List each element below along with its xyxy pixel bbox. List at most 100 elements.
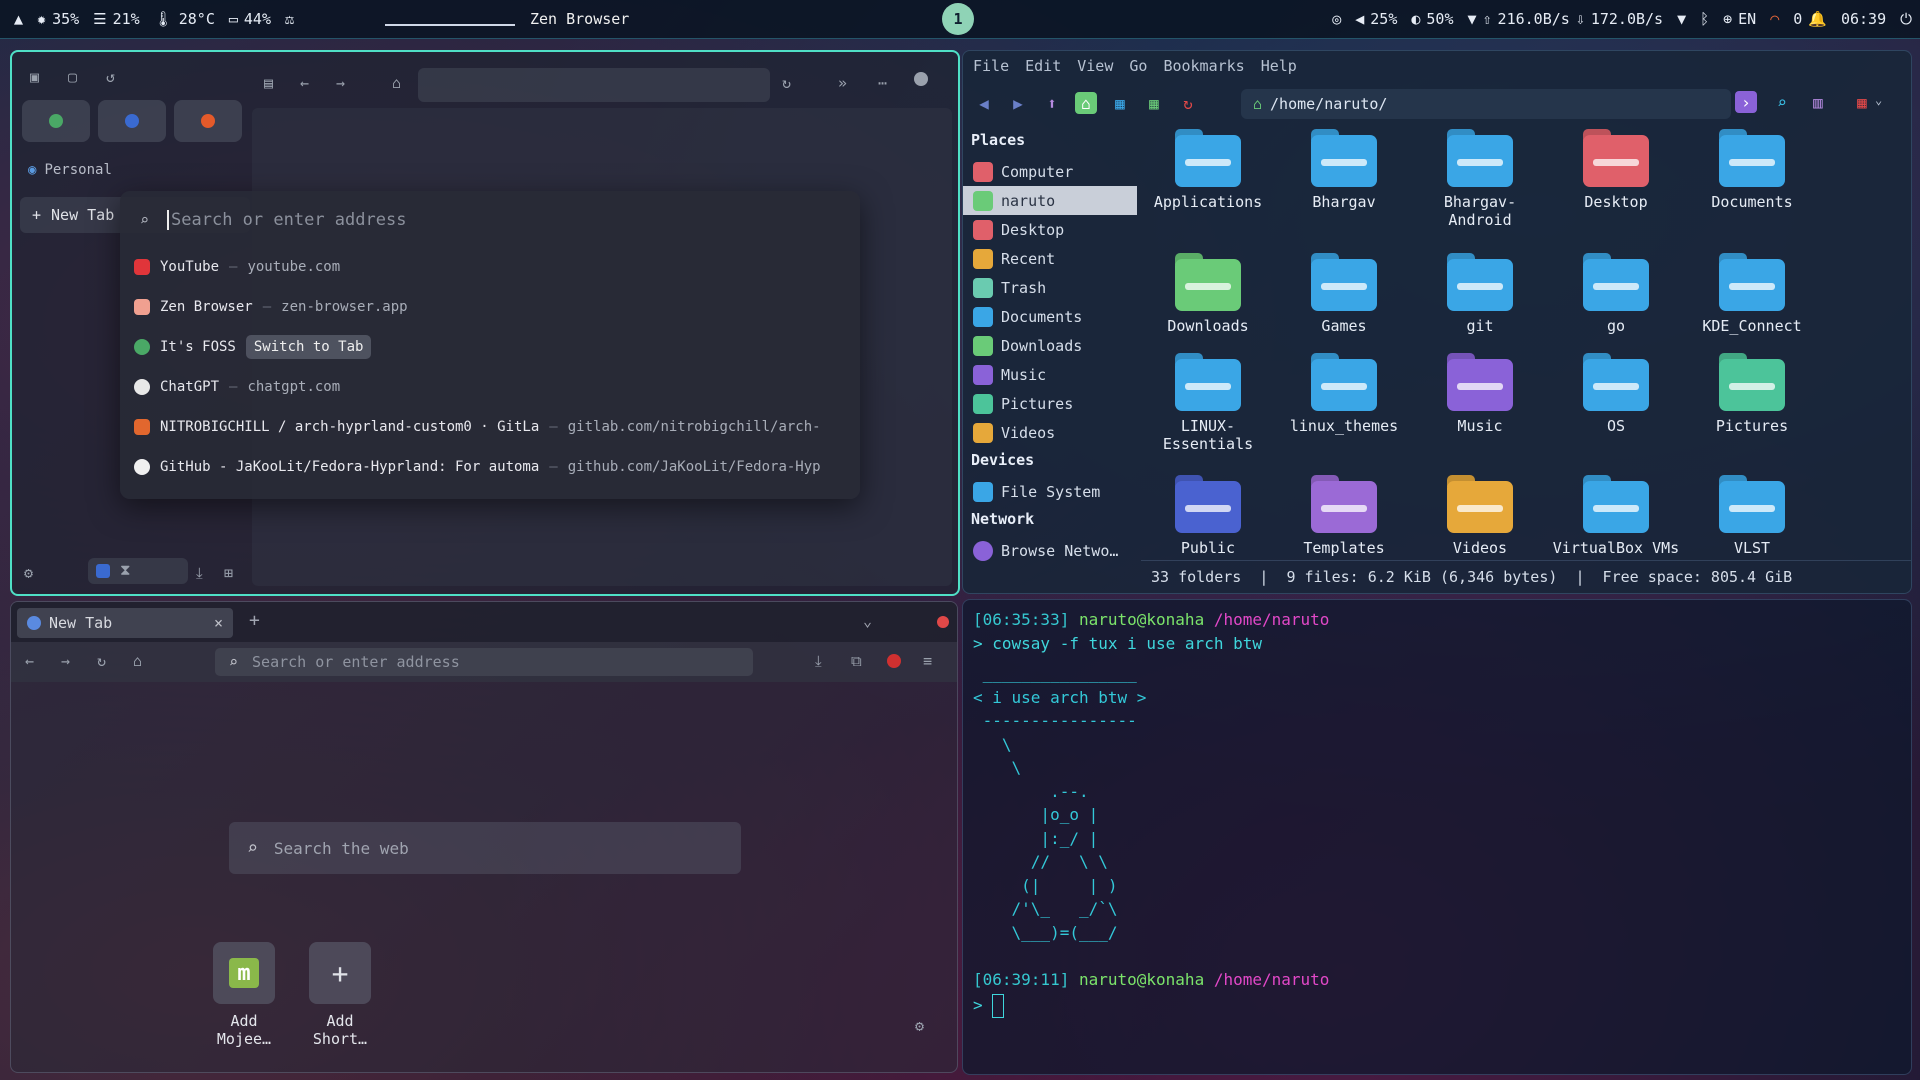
suggestion-gitlab[interactable]: NITROBIGCHILL / arch-hyprland-custom0 · … [134, 411, 850, 443]
folder-item[interactable]: Pictures [1685, 353, 1819, 435]
suggestion-zen-browser[interactable]: Zen Browser – zen-browser.app [134, 291, 850, 323]
search-icon[interactable]: ⌕ [1771, 91, 1793, 113]
chevron-down-icon[interactable]: ⌄ [1875, 93, 1882, 107]
launcher-button[interactable]: ▲ [14, 10, 23, 28]
home-icon[interactable]: ⌂ [133, 652, 142, 670]
suggestion-itsfoss[interactable]: It's FOSS Switch to Tab [134, 331, 850, 363]
folder-item[interactable]: Desktop [1549, 129, 1683, 211]
network-speed-widget[interactable]: ▼ ⇧ 216.0B/s ⇩ 172.0B/s [1467, 10, 1663, 28]
folder-item[interactable]: go [1549, 253, 1683, 335]
settings-gear-icon[interactable]: ⚙ [915, 1017, 924, 1035]
switch-to-tab-button[interactable]: Switch to Tab [245, 335, 372, 359]
folder-item[interactable]: Bhargav [1277, 129, 1411, 211]
device-filesystem[interactable]: File System [963, 477, 1137, 506]
network-browse[interactable]: Browse Netwo… [963, 536, 1137, 565]
menu-view[interactable]: View [1077, 57, 1113, 75]
folder-item[interactable]: VLST [1685, 475, 1819, 557]
power-icon[interactable]: ⏻ [1900, 10, 1912, 28]
signal-icon[interactable]: ◠ [1770, 10, 1779, 28]
menu-go[interactable]: Go [1129, 57, 1147, 75]
place-home[interactable]: naruto [963, 186, 1137, 215]
close-window-button[interactable] [937, 616, 949, 628]
sidebar-panel-icon[interactable]: ▤ [264, 74, 273, 92]
terminal-icon[interactable]: › [1735, 91, 1757, 113]
reload-icon[interactable]: ↻ [1177, 92, 1199, 114]
battery-widget[interactable]: ▭ 44% [229, 10, 271, 28]
power-profile-widget[interactable]: ⚖ [285, 10, 294, 28]
place-computer[interactable]: Computer [963, 157, 1137, 186]
idle-inhibitor-icon[interactable]: ◎ [1332, 10, 1341, 28]
settings-gear-icon[interactable]: ⚙ [24, 564, 33, 582]
input-line[interactable]: > [973, 994, 1005, 1018]
menu-help[interactable]: Help [1261, 57, 1297, 75]
workspace-indicator[interactable]: 1 [942, 3, 974, 35]
pinned-tab-itsfoss[interactable] [22, 100, 90, 142]
back-arrow-icon[interactable]: ← [25, 652, 34, 670]
extensions-overflow-icon[interactable]: » [838, 74, 847, 92]
reload-icon[interactable]: ↻ [97, 652, 106, 670]
suggestion-chatgpt[interactable]: ChatGPT – chatgpt.com [134, 371, 850, 403]
sidebar-toggle-icon[interactable]: ▣ [30, 68, 39, 86]
folder-item[interactable]: Documents [1685, 129, 1819, 211]
web-search-box[interactable]: ⌕ Search the web [229, 822, 741, 874]
shortcut-add[interactable]: + Add Short… [295, 942, 385, 1048]
menu-edit[interactable]: Edit [1025, 57, 1061, 75]
folder-item[interactable]: Games [1277, 253, 1411, 335]
pinned-tab-reddit[interactable] [174, 100, 242, 142]
memory-widget[interactable]: ☰ 21% [93, 10, 140, 28]
menu-bookmarks[interactable]: Bookmarks [1163, 57, 1244, 75]
tab-new-tab[interactable]: New Tab × [17, 608, 233, 638]
wifi-status-icon[interactable]: ▼ [1677, 10, 1686, 28]
reload-icon[interactable]: ↻ [782, 74, 791, 92]
forward-arrow-icon[interactable]: → [336, 74, 345, 92]
new-tab-plus-icon[interactable]: + [249, 610, 260, 631]
place-downloads[interactable]: Downloads [963, 331, 1137, 360]
close-icon[interactable]: × [214, 614, 223, 632]
folder-item[interactable]: Videos [1413, 475, 1547, 557]
place-trash[interactable]: Trash [963, 273, 1137, 302]
language-widget[interactable]: ⊕ EN [1723, 10, 1756, 28]
extensions-icon[interactable]: ⧉ [851, 652, 862, 670]
folder-item[interactable]: LINUX- Essentials [1141, 353, 1275, 453]
folder-item[interactable]: Public [1141, 475, 1275, 557]
history-icon[interactable]: ↺ [106, 68, 115, 86]
folder-item[interactable]: Music [1413, 353, 1547, 435]
tab-overview-icon[interactable]: ▢ [68, 68, 77, 86]
profile-avatar[interactable] [914, 72, 928, 86]
new-tab-small-icon[interactable]: ⊞ [224, 564, 233, 582]
folder-item[interactable]: git [1413, 253, 1547, 335]
place-pictures[interactable]: Pictures [963, 389, 1137, 418]
bluetooth-icon[interactable]: ᛒ [1700, 10, 1709, 28]
pinned-tab-2[interactable] [98, 100, 166, 142]
address-search-field[interactable]: ⌕ Search or enter address [140, 205, 840, 235]
more-menu-icon[interactable]: ⋯ [878, 74, 887, 92]
location-bar[interactable]: ⌂ /home/naruto/ [1241, 89, 1731, 119]
up-arrow-icon[interactable]: ⬆ [1041, 92, 1063, 114]
folder-item[interactable]: Applications [1141, 129, 1275, 211]
place-desktop[interactable]: Desktop [963, 215, 1137, 244]
folder-item[interactable]: Bhargav- Android [1413, 129, 1547, 229]
place-recent[interactable]: Recent [963, 244, 1137, 273]
compact-view-icon[interactable]: ▦ [1143, 92, 1165, 114]
home-icon[interactable]: ⌂ [392, 74, 401, 92]
firefox-address-bar[interactable]: ⌕ Search or enter address [215, 648, 753, 676]
forward-arrow-icon[interactable]: → [61, 652, 70, 670]
forward-arrow-icon[interactable]: ▶ [1007, 92, 1029, 114]
folder-item[interactable]: VirtualBox VMs [1549, 475, 1683, 557]
shortcut-mojeek[interactable]: m Add Mojee… [199, 942, 289, 1048]
menu-file[interactable]: File [973, 57, 1009, 75]
place-videos[interactable]: Videos [963, 418, 1137, 447]
hamburger-menu-icon[interactable]: ≡ [923, 652, 932, 670]
folder-item[interactable]: Downloads [1141, 253, 1275, 335]
home-folder-icon[interactable]: ⌂ [1075, 92, 1097, 114]
split-view-icon[interactable]: ▥ [1807, 91, 1829, 113]
notification-widget[interactable]: 0 🔔 [1793, 10, 1827, 28]
place-documents[interactable]: Documents [963, 302, 1137, 331]
cpu-widget[interactable]: ✹ 35% [37, 10, 79, 28]
workspace-label[interactable]: ◉ Personal [28, 162, 112, 178]
brightness-widget[interactable]: ◐ 50% [1411, 10, 1453, 28]
volume-widget[interactable]: ◀ 25% [1355, 10, 1397, 28]
back-arrow-icon[interactable]: ← [300, 74, 309, 92]
downloads-icon[interactable]: ⤓ [196, 564, 203, 582]
terminal-window[interactable]: [06:35:33] naruto@konaha /home/naruto > … [962, 599, 1912, 1075]
